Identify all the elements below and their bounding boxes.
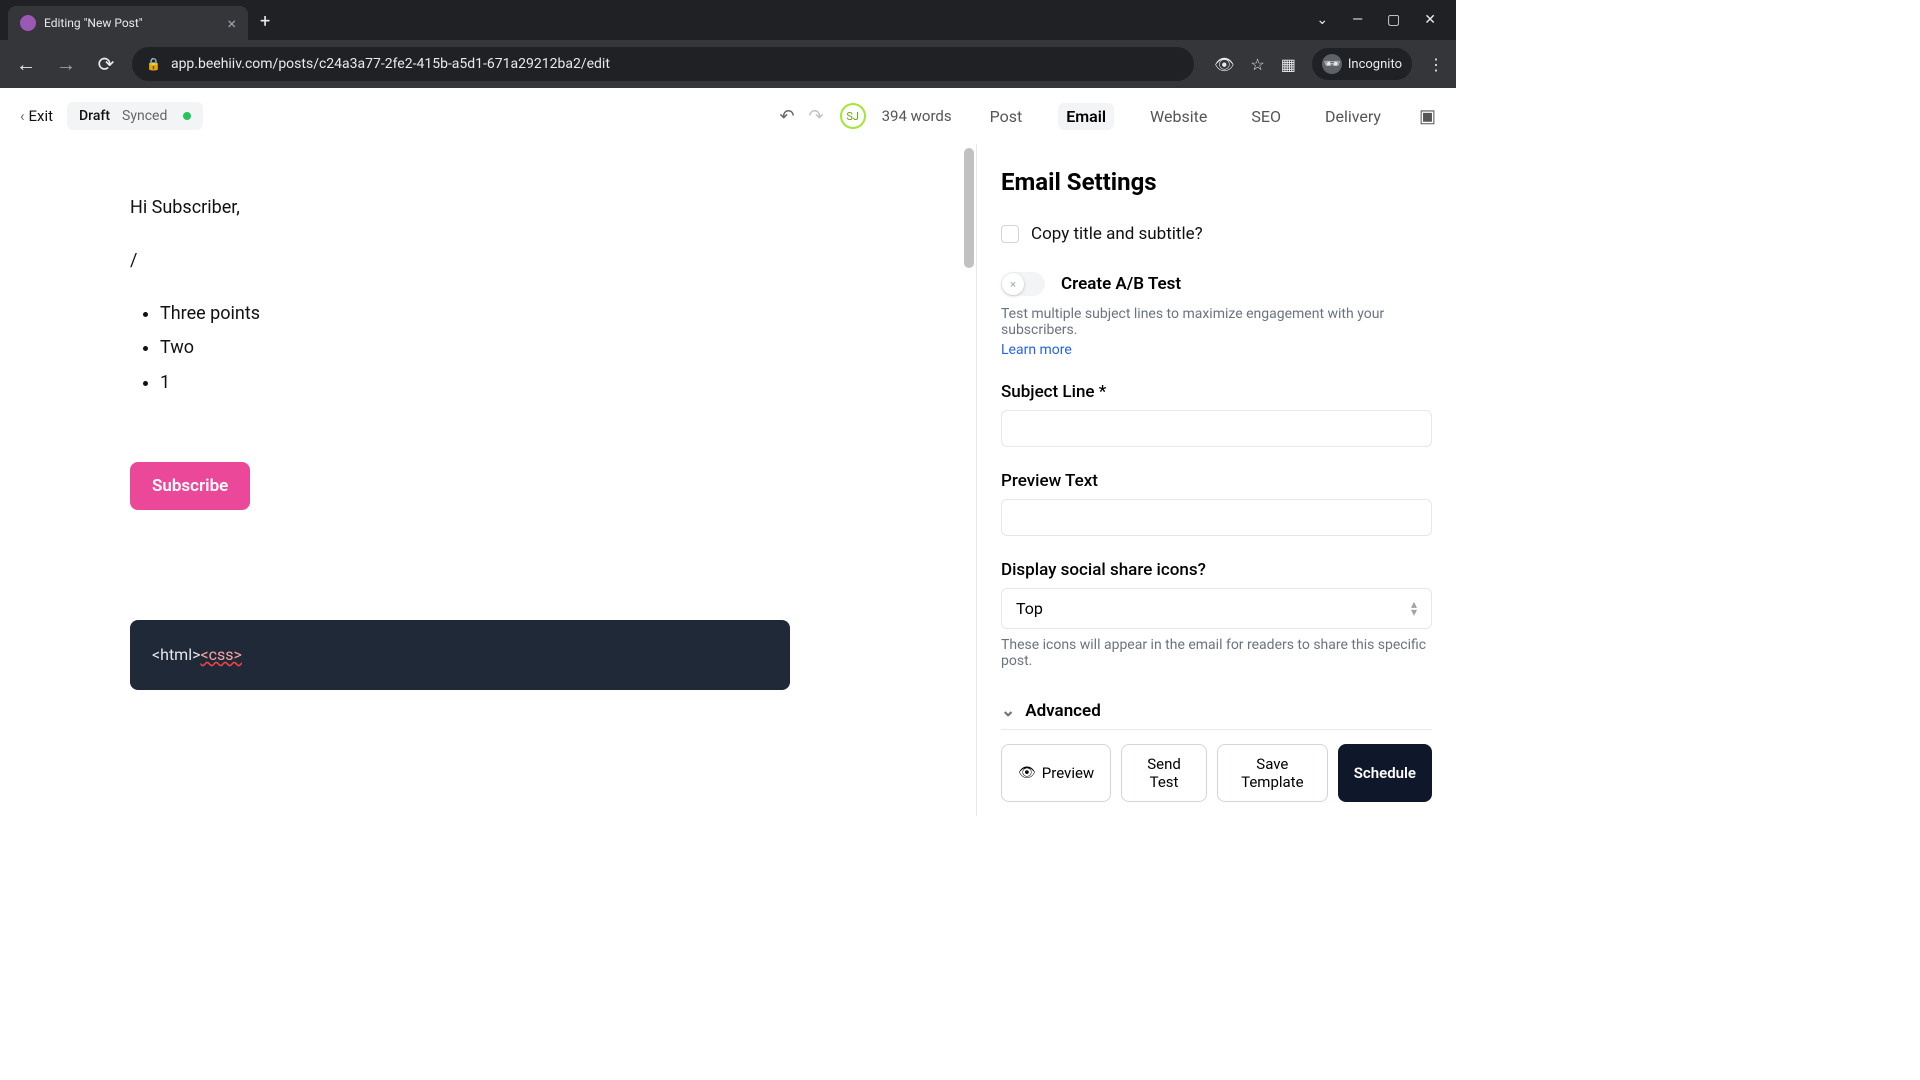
subscribe-button[interactable]: Subscribe — [130, 462, 250, 510]
save-template-button[interactable]: Save Template — [1217, 744, 1328, 802]
chevron-left-icon: ‹ — [20, 107, 25, 125]
preview-text-label: Preview Text — [1001, 471, 1432, 491]
star-icon[interactable]: ☆ — [1250, 55, 1264, 74]
social-share-hint: These icons will appear in the email for… — [1001, 637, 1432, 669]
browser-tab-strip: Editing "New Post" × + ⌄ ― ▢ ✕ — [0, 0, 1456, 40]
code-block[interactable]: <html><css> — [130, 620, 790, 690]
close-window-icon[interactable]: ✕ — [1424, 12, 1436, 28]
synced-label: Synced — [122, 108, 167, 124]
address-bar: ← → ⟳ 🔒 app.beehiiv.com/posts/c24a3a77-2… — [0, 40, 1456, 88]
favicon-icon — [20, 15, 36, 31]
select-value: Top — [1016, 599, 1043, 618]
tab-email[interactable]: Email — [1058, 103, 1114, 130]
abtest-label: Create A/B Test — [1061, 274, 1181, 294]
incognito-badge: 🕶 Incognito — [1312, 48, 1412, 80]
checkbox-label: Copy title and subtitle? — [1031, 224, 1203, 244]
email-settings-panel: Email Settings Copy title and subtitle? … — [976, 144, 1456, 816]
scrollbar-thumb[interactable] — [964, 148, 974, 268]
url-input[interactable]: 🔒 app.beehiiv.com/posts/c24a3a77-2fe2-41… — [132, 47, 1194, 81]
preview-text-input[interactable] — [1001, 499, 1432, 536]
window-controls: ⌄ ― ▢ ✕ — [1316, 12, 1456, 28]
close-tab-icon[interactable]: × — [227, 14, 236, 33]
toggle-panel-icon[interactable]: ▣ — [1419, 106, 1436, 127]
list-item[interactable]: Three points — [160, 300, 810, 329]
subject-line-input[interactable] — [1001, 410, 1432, 447]
tab-post[interactable]: Post — [982, 103, 1031, 130]
editor-bullet-list[interactable]: Three points Two 1 — [130, 300, 810, 398]
abtest-toggle[interactable]: × — [1001, 272, 1045, 296]
tab-delivery[interactable]: Delivery — [1317, 103, 1389, 130]
browser-tab[interactable]: Editing "New Post" × — [8, 6, 248, 40]
subject-line-label: Subject Line * — [1001, 382, 1432, 402]
exit-label: Exit — [29, 107, 54, 125]
send-test-button[interactable]: Send Test — [1121, 744, 1207, 802]
learn-more-link[interactable]: Learn more — [1001, 342, 1432, 358]
back-button[interactable]: ← — [12, 52, 40, 77]
avatar[interactable]: SJ — [840, 103, 866, 129]
settings-tabs: Post Email Website SEO Delivery — [982, 103, 1389, 130]
editor-paragraph[interactable]: Hi Subscriber, — [130, 194, 810, 223]
url-text: app.beehiiv.com/posts/c24a3a77-2fe2-415b… — [171, 56, 610, 72]
chevron-down-icon: ⌄ — [1001, 701, 1015, 721]
select-chevrons-icon: ▴▾ — [1411, 601, 1417, 615]
reload-button[interactable]: ⟳ — [92, 52, 120, 76]
tab-website[interactable]: Website — [1142, 103, 1215, 130]
tab-seo[interactable]: SEO — [1243, 103, 1289, 130]
incognito-icon: 🕶 — [1322, 54, 1342, 74]
code-token: <html> — [152, 645, 200, 664]
code-token: <css> — [200, 645, 241, 664]
eye-icon: 👁 — [1018, 765, 1036, 781]
social-share-select[interactable]: Top ▴▾ — [1001, 588, 1432, 629]
maximize-icon[interactable]: ▢ — [1387, 12, 1400, 28]
editor-area[interactable]: Hi Subscriber, / Three points Two 1 Subs… — [0, 144, 976, 816]
chevron-down-icon[interactable]: ⌄ — [1316, 12, 1328, 28]
draft-status: Draft Synced — [67, 102, 203, 130]
new-tab-button[interactable]: + — [260, 11, 270, 32]
toggle-knob-icon: × — [1002, 273, 1024, 295]
avatar-initials: SJ — [846, 110, 859, 123]
abtest-help-text: Test multiple subject lines to maximize … — [1001, 306, 1432, 338]
sync-dot-icon — [183, 112, 191, 120]
undo-button[interactable]: ↶ — [779, 106, 794, 127]
incognito-label: Incognito — [1348, 57, 1402, 72]
abtest-toggle-row: × Create A/B Test — [1001, 272, 1432, 296]
preview-label: Preview — [1042, 764, 1094, 782]
panel-title: Email Settings — [1001, 168, 1432, 196]
tab-title: Editing "New Post" — [44, 16, 219, 30]
list-item[interactable]: Two — [160, 334, 810, 363]
advanced-toggle[interactable]: ⌄ Advanced — [1001, 693, 1432, 729]
draft-label: Draft — [79, 108, 110, 124]
extensions-icon[interactable]: ▦ — [1281, 55, 1296, 74]
social-share-label: Display social share icons? — [1001, 560, 1432, 580]
menu-icon[interactable]: ⋮ — [1428, 55, 1444, 74]
editor-paragraph[interactable]: / — [130, 247, 810, 276]
lock-icon: 🔒 — [146, 57, 161, 71]
minimize-icon[interactable]: ― — [1352, 12, 1363, 28]
checkbox-icon[interactable] — [1001, 225, 1019, 243]
schedule-button[interactable]: Schedule — [1338, 744, 1432, 802]
advanced-label: Advanced — [1025, 701, 1101, 721]
forward-button[interactable]: → — [52, 52, 80, 77]
preview-button[interactable]: 👁 Preview — [1001, 744, 1111, 802]
copy-title-checkbox-row[interactable]: Copy title and subtitle? — [1001, 224, 1432, 244]
eye-off-icon[interactable]: 👁 — [1214, 55, 1234, 74]
exit-button[interactable]: ‹ Exit — [20, 107, 53, 125]
panel-footer: 👁 Preview Send Test Save Template Schedu… — [1001, 729, 1432, 816]
list-item[interactable]: 1 — [160, 369, 810, 398]
app-topbar: ‹ Exit Draft Synced ↶ ↷ SJ 394 words Pos… — [0, 88, 1456, 144]
word-count: 394 words — [882, 107, 952, 125]
redo-button[interactable]: ↷ — [809, 106, 824, 127]
